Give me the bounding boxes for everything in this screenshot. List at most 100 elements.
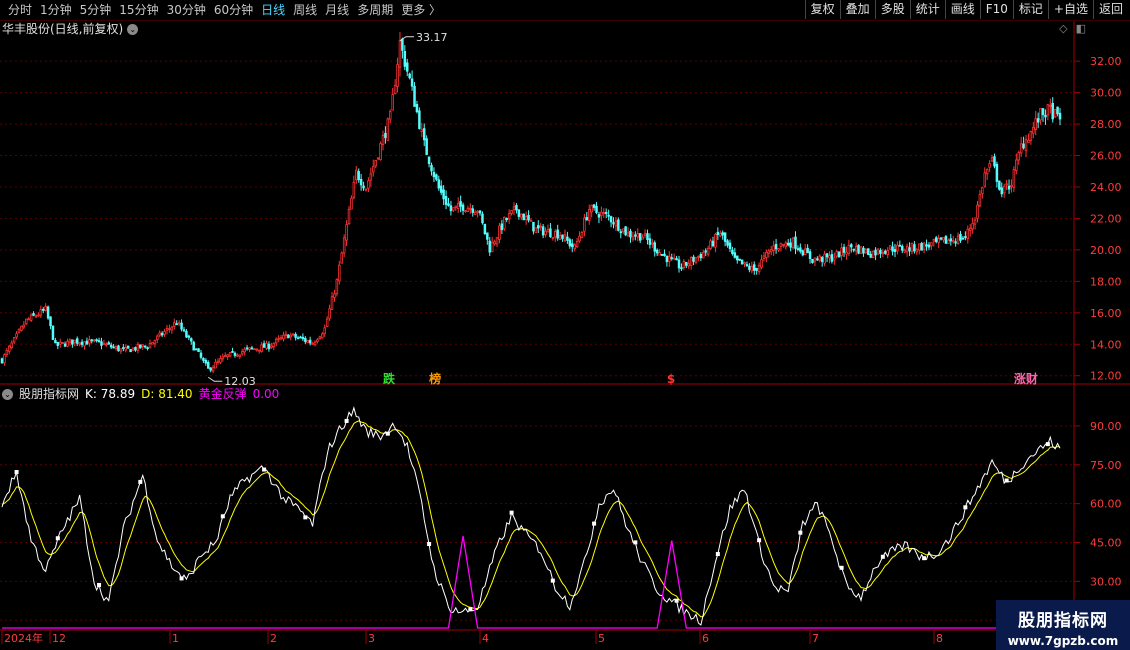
candle-body: [143, 345, 147, 348]
candle-body: [871, 250, 875, 258]
candle-body: [966, 228, 970, 239]
candle-body: [374, 160, 377, 167]
candle-body: [1017, 152, 1020, 161]
period-tab[interactable]: 15分钟: [115, 2, 162, 18]
diamond-icon[interactable]: ◇: [1059, 22, 1067, 35]
action-button[interactable]: 多股: [874, 0, 910, 19]
candle-body: [469, 208, 472, 210]
candle-body: [146, 347, 149, 349]
candle-body: [330, 296, 334, 310]
candle-body: [1044, 114, 1047, 118]
event-marker: 涨财: [1014, 371, 1038, 386]
candle-body: [73, 339, 77, 344]
candle-body: [522, 213, 525, 221]
period-tab[interactable]: 分时: [4, 2, 36, 18]
price-tick-label: 28.00: [1090, 118, 1122, 131]
candle-body: [893, 249, 897, 253]
action-button[interactable]: 复权: [804, 0, 840, 19]
period-tab[interactable]: 更多 〉: [397, 2, 445, 18]
candle-body: [534, 227, 538, 233]
candle-body: [122, 347, 125, 349]
candle-body: [272, 342, 276, 348]
candle-body: [862, 247, 865, 254]
candle-body: [913, 244, 916, 252]
candle-body: [1022, 143, 1025, 149]
candle-body: [714, 233, 717, 248]
kline-chart[interactable]: 32.0030.0028.0026.0024.0022.0020.0018.00…: [0, 0, 1130, 650]
k-dot: [963, 505, 968, 510]
candle-body: [566, 236, 569, 241]
candle-body: [51, 325, 55, 340]
candle-body: [689, 257, 693, 266]
candle-body: [1007, 185, 1011, 190]
candle-body: [1034, 118, 1037, 130]
d-value: D: 81.40: [141, 387, 193, 401]
candle-body: [716, 231, 720, 236]
action-button[interactable]: 叠加: [839, 0, 875, 19]
candle-body: [743, 262, 746, 265]
candle-body: [357, 171, 360, 181]
panel-toggle-icon[interactable]: ◧: [1076, 22, 1086, 35]
candle-body: [473, 211, 477, 215]
candle-body: [811, 258, 814, 263]
indicator-tick-label: 45.00: [1090, 537, 1122, 550]
candle-body: [187, 335, 191, 338]
candle-body: [789, 242, 792, 248]
candle-body: [728, 242, 732, 250]
candle-body: [291, 333, 295, 336]
period-tab[interactable]: 日线: [257, 2, 289, 18]
price-tick-label: 18.00: [1090, 275, 1122, 288]
action-button[interactable]: 统计: [909, 0, 945, 19]
period-tab[interactable]: 5分钟: [76, 2, 116, 18]
indicator-name[interactable]: 股朋指标网: [19, 387, 79, 401]
candle-body: [1000, 187, 1004, 195]
candle-body: [823, 253, 826, 264]
period-tab[interactable]: 60分钟: [210, 2, 257, 18]
candle-body: [226, 354, 229, 357]
candle-body: [694, 257, 698, 263]
candle-body: [471, 208, 475, 213]
candle-body: [420, 129, 424, 132]
candle-body: [177, 322, 181, 325]
high-label: 33.17: [416, 31, 448, 44]
candle-body: [46, 306, 50, 319]
candle-body: [461, 204, 465, 211]
k-dot: [715, 552, 720, 557]
candle-body: [355, 169, 358, 181]
candle-body: [592, 204, 596, 208]
candle-body: [629, 230, 632, 238]
period-tab[interactable]: 月线: [321, 2, 353, 18]
candle-body: [830, 254, 834, 262]
candle-body: [769, 249, 773, 253]
candle-body: [427, 156, 431, 165]
candle-body: [816, 258, 819, 261]
candle-body: [663, 253, 666, 256]
indicator-tick-label: 60.00: [1090, 498, 1122, 511]
x-tick-label: 2: [270, 632, 277, 645]
candle-body: [12, 337, 16, 343]
period-tab[interactable]: 多周期: [353, 2, 397, 18]
action-button[interactable]: 画线: [944, 0, 980, 19]
k-dot: [179, 576, 184, 581]
action-button[interactable]: +自选: [1047, 0, 1093, 19]
signal-line: [2, 535, 1060, 629]
candle-body: [626, 232, 630, 237]
candle-body: [3, 354, 6, 364]
candle-body: [97, 340, 101, 342]
action-button[interactable]: F10: [979, 0, 1013, 19]
action-button[interactable]: 标记: [1012, 0, 1048, 19]
candle-body: [529, 219, 533, 222]
period-tab[interactable]: 30分钟: [163, 2, 210, 18]
action-button[interactable]: 返回: [1092, 0, 1128, 19]
candle-body: [481, 213, 484, 224]
period-tab[interactable]: 1分钟: [36, 2, 76, 18]
candle-body: [296, 337, 300, 340]
candle-body: [340, 252, 343, 264]
candle-body: [1027, 139, 1030, 143]
candle-body: [410, 78, 414, 87]
candle-body: [107, 342, 111, 345]
watermark-url: www.7gpzb.com: [1007, 634, 1119, 648]
period-tab[interactable]: 周线: [289, 2, 321, 18]
chevron-down-icon[interactable]: ⌄: [2, 388, 13, 400]
chevron-down-icon[interactable]: ⌄: [127, 23, 139, 35]
